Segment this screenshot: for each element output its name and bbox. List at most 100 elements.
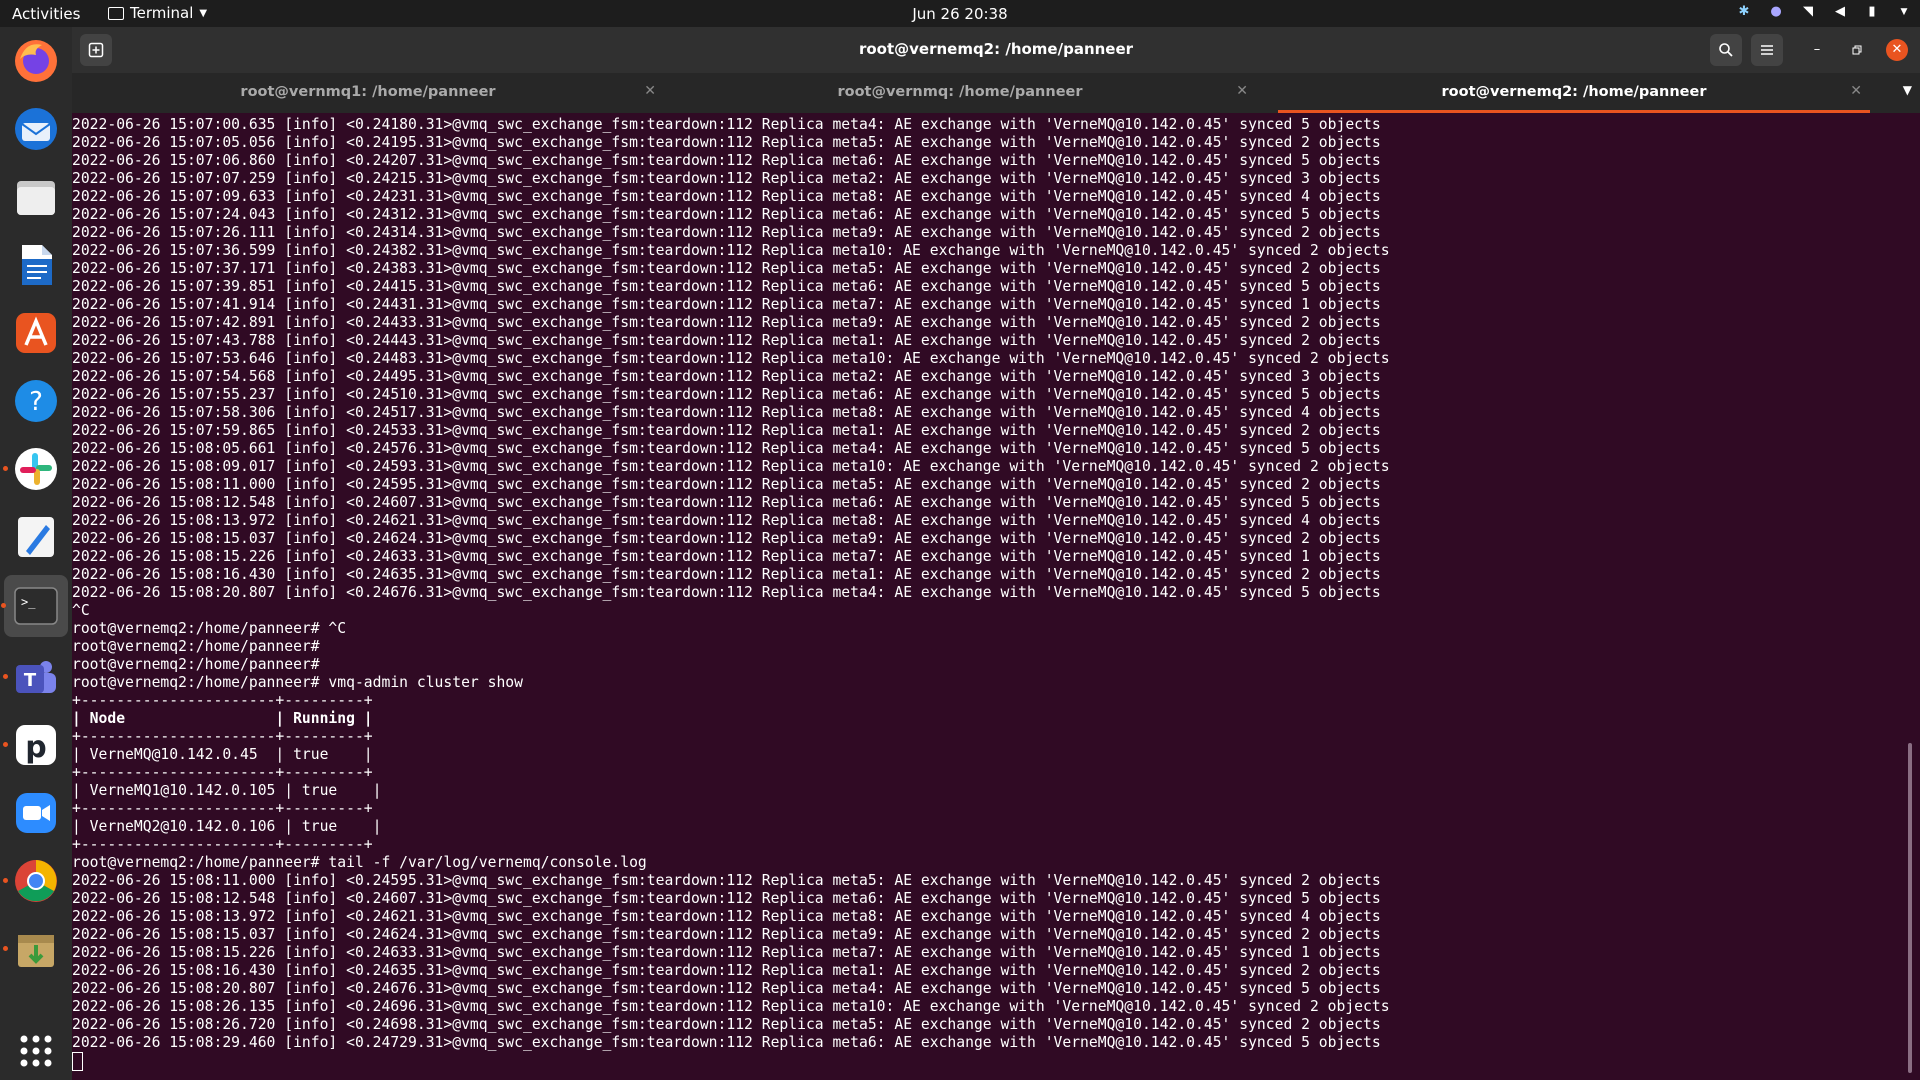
terminal-line: 2022-06-26 15:08:15.037 [info] <0.24624.… [72,530,1381,547]
terminal-line: 2022-06-26 15:07:26.111 [info] <0.24314.… [72,224,1381,241]
terminal-line: 2022-06-26 15:07:36.599 [info] <0.24382.… [72,242,1390,259]
restore-button[interactable] [1846,39,1868,61]
app-menu-terminal[interactable]: Terminal ▼ [108,4,207,22]
terminal-line: root@vernemq2:/home/panneer# [72,638,320,655]
terminal-line: +----------------------+---------+ [72,800,373,817]
terminal-line: 2022-06-26 15:08:16.430 [info] <0.24635.… [72,566,1381,583]
minimize-button[interactable]: – [1806,39,1828,61]
terminal-line: 2022-06-26 15:07:42.891 [info] <0.24433.… [72,314,1381,331]
zoom-icon[interactable] [12,789,60,837]
close-tab-icon[interactable]: ✕ [1850,83,1862,99]
terminal-line: 2022-06-26 15:07:06.860 [info] <0.24207.… [72,152,1381,169]
svg-text:p: p [25,730,46,765]
terminal-line: ^C [72,602,90,619]
restore-icon [1852,45,1862,55]
terminal-line: 2022-06-26 15:08:16.430 [info] <0.24635.… [72,962,1381,979]
terminal-line: 2022-06-26 15:08:12.548 [info] <0.24607.… [72,494,1381,511]
close-tab-icon[interactable]: ✕ [644,83,656,99]
tab-bar: root@vernmq1: /home/panneer ✕ root@vernm… [72,73,1920,113]
terminal-output[interactable]: 2022-06-26 15:07:00.635 [info] <0.24180.… [72,113,1904,1080]
terminal-text[interactable]: 2022-06-26 15:07:00.635 [info] <0.24180.… [72,116,1390,1071]
terminal-icon-active[interactable]: >_ [1,575,68,637]
terminal-line: | VerneMQ@10.142.0.45 | true | [72,746,373,763]
terminal-line: 2022-06-26 15:07:00.635 [info] <0.24180.… [72,116,1381,133]
slack-tray-icon[interactable]: ✱ [1736,4,1752,20]
terminal-line: 2022-06-26 15:08:13.972 [info] <0.24621.… [72,908,1381,925]
pcloud-icon[interactable]: p [3,721,60,769]
scrollbar[interactable] [1908,743,1912,1073]
menu-button[interactable] [1751,34,1783,66]
running-indicator [3,742,8,747]
tab-vernmq[interactable]: root@vernmq: /home/panneer ✕ [664,73,1256,113]
terminal-line: 2022-06-26 15:07:54.568 [info] <0.24495.… [72,368,1381,385]
archive-manager-icon[interactable] [3,925,60,973]
hamburger-menu-icon [1761,45,1773,55]
window-title: root@vernemq2: /home/panneer [858,40,1134,58]
running-indicator [3,674,8,679]
terminal-line: 2022-06-26 15:08:20.807 [info] <0.24676.… [72,980,1381,997]
terminal-line: +----------------------+---------+ [72,836,373,853]
teams-icon[interactable]: T [3,653,60,701]
writer-icon[interactable] [12,241,60,289]
terminal-line: 2022-06-26 15:08:15.037 [info] <0.24624.… [72,926,1381,943]
battery-icon[interactable]: ▮ [1864,4,1880,20]
terminal-line: | Node | Running | [72,710,373,727]
running-indicator [3,878,8,883]
terminal-line: root@vernemq2:/home/panneer# vmq-admin c… [72,674,523,691]
terminal-line: 2022-06-26 15:08:15.226 [info] <0.24633.… [72,944,1381,961]
chevron-down-icon: ▼ [199,7,208,19]
search-icon [1719,43,1733,57]
dock: ? >_ T p [0,27,72,1080]
tab-vernemq2[interactable]: root@vernemq2: /home/panneer ✕ [1278,73,1870,113]
terminal-line: +----------------------+---------+ [72,728,373,745]
activities-button[interactable]: Activities [12,5,80,23]
terminal-line: 2022-06-26 15:08:20.807 [info] <0.24676.… [72,584,1381,601]
close-button[interactable]: ✕ [1886,39,1908,61]
chrome-icon[interactable] [3,857,60,905]
window-header-bar[interactable]: root@vernemq2: /home/panneer – ✕ [72,27,1920,73]
svg-text:?: ? [29,387,43,417]
help-icon[interactable]: ? [12,377,60,425]
terminal-line: 2022-06-26 15:08:11.000 [info] <0.24595.… [72,872,1381,889]
terminal-line: root@vernemq2:/home/panneer# ^C [72,620,347,637]
show-apps-icon[interactable] [12,1027,60,1075]
text-editor-icon[interactable] [12,513,60,561]
terminal-line: 2022-06-26 15:08:13.972 [info] <0.24621.… [72,512,1381,529]
volume-icon[interactable]: ◀ [1832,4,1848,20]
svg-text:>_: >_ [21,595,36,609]
system-tray[interactable]: ✱ ● ◥ ◀ ▮ ▼ [1736,4,1912,20]
top-bar: Activities Terminal ▼ Jun 26 20:38 ✱ ● ◥… [0,0,1920,27]
terminal-line: 2022-06-26 15:07:09.633 [info] <0.24231.… [72,188,1381,205]
search-button[interactable] [1710,34,1742,66]
thunderbird-icon[interactable] [12,105,60,153]
wifi-icon[interactable]: ◥ [1800,4,1816,20]
terminal-line: 2022-06-26 15:08:15.226 [info] <0.24633.… [72,548,1381,565]
terminal-line: 2022-06-26 15:07:59.865 [info] <0.24533.… [72,422,1381,439]
terminal-line: 2022-06-26 15:07:58.306 [info] <0.24517.… [72,404,1381,421]
chevron-down-icon[interactable]: ▼ [1896,4,1912,20]
terminal-line: 2022-06-26 15:07:55.237 [info] <0.24510.… [72,386,1381,403]
tab-list-chevron-icon[interactable]: ▼ [1903,83,1912,97]
terminal-cursor-line [72,1052,1390,1071]
terminal-window: root@vernemq2: /home/panneer – ✕ root@ve… [72,27,1920,1080]
terminal-line: 2022-06-26 15:08:09.017 [info] <0.24593.… [72,458,1390,475]
terminal-line: 2022-06-26 15:07:05.056 [info] <0.24195.… [72,134,1381,151]
terminal-app-icon [108,6,124,20]
terminal-line: 2022-06-26 15:08:12.548 [info] <0.24607.… [72,890,1381,907]
terminal-line: 2022-06-26 15:07:41.914 [info] <0.24431.… [72,296,1381,313]
close-tab-icon[interactable]: ✕ [1236,83,1248,99]
terminal-line: 2022-06-26 15:08:26.135 [info] <0.24696.… [72,998,1390,1015]
terminal-line: +----------------------+---------+ [72,692,373,709]
terminal-line: 2022-06-26 15:07:43.788 [info] <0.24443.… [72,332,1381,349]
teams-tray-icon[interactable]: ● [1768,4,1784,20]
firefox-icon[interactable] [12,37,60,85]
files-icon[interactable] [12,173,60,221]
terminal-line: 2022-06-26 15:07:24.043 [info] <0.24312.… [72,206,1381,223]
app-center-icon[interactable] [12,309,60,357]
tab-vernmq1[interactable]: root@vernmq1: /home/panneer ✕ [72,73,664,113]
slack-icon[interactable] [3,445,60,493]
clock[interactable]: Jun 26 20:38 [0,5,1920,23]
terminal-line: 2022-06-26 15:07:07.259 [info] <0.24215.… [72,170,1381,187]
terminal-line: 2022-06-26 15:08:29.460 [info] <0.24729.… [72,1034,1381,1051]
terminal-line: root@vernemq2:/home/panneer# tail -f /va… [72,854,647,871]
